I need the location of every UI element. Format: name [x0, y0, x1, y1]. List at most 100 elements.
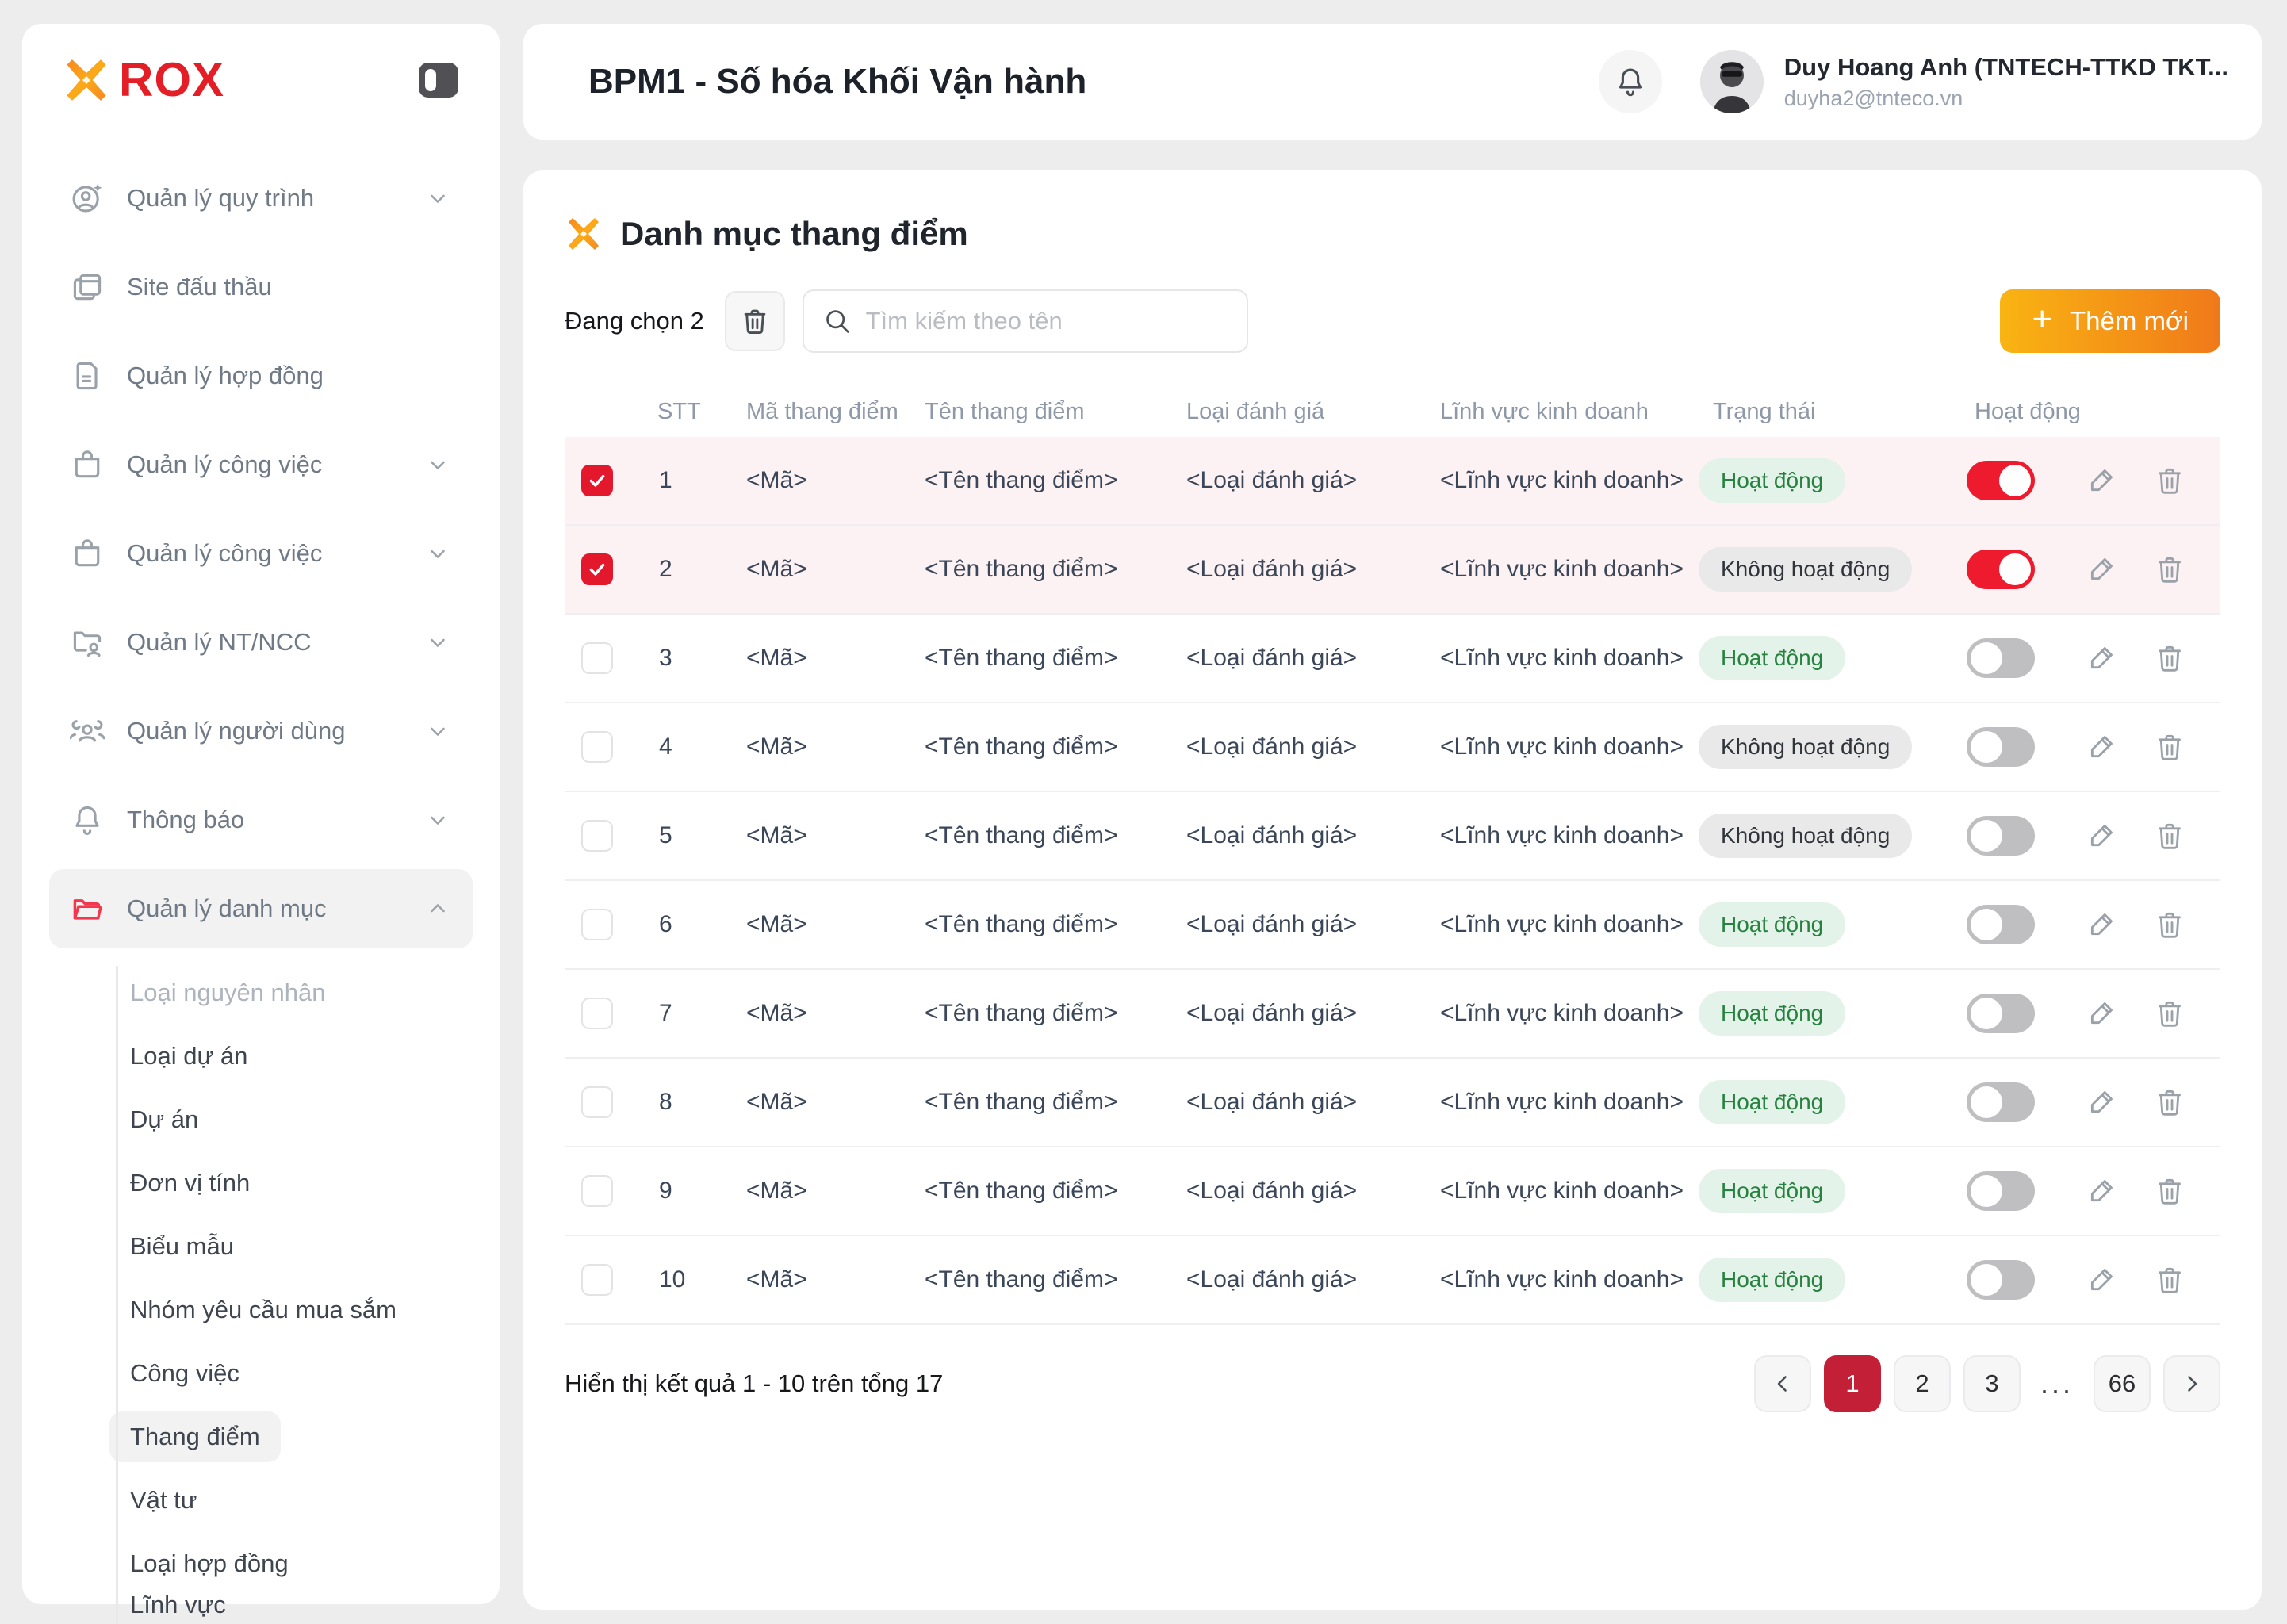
rox-logo-icon	[62, 56, 111, 105]
row-checkbox[interactable]	[581, 731, 613, 763]
active-toggle[interactable]	[1967, 816, 2035, 856]
active-toggle[interactable]	[1967, 1082, 2035, 1122]
sidebar-item-quan-ly-danh-muc[interactable]: Quản lý danh mục	[49, 869, 473, 948]
submenu-item-vat-tu[interactable]: Vật tư	[130, 1469, 473, 1532]
table-row: 6 <Mã> <Tên thang điểm> <Loại đánh giá> …	[565, 881, 2220, 970]
page-button-2[interactable]: 2	[1894, 1355, 1951, 1412]
next-page-button[interactable]	[2163, 1355, 2220, 1412]
sidebar-item-site-dau-thau[interactable]: Site đấu thầu	[49, 247, 473, 327]
edit-button[interactable]	[2086, 998, 2117, 1029]
add-new-button[interactable]: + Thêm mới	[2000, 289, 2220, 353]
edit-button[interactable]	[2086, 465, 2117, 496]
topbar-right: Duy Hoang Anh (TNTECH-TTKD TKT... duyha2…	[1599, 50, 2228, 113]
active-toggle[interactable]	[1967, 461, 2035, 500]
notification-button[interactable]	[1599, 50, 1662, 113]
chevron-down-icon	[423, 628, 452, 657]
cell-name: <Tên thang điểm>	[906, 1000, 1167, 1027]
delete-button[interactable]	[2154, 1175, 2185, 1207]
submenu-item-nhom-yeu-cau-mua-sam[interactable]: Nhóm yêu cầu mua sắm	[130, 1278, 473, 1342]
table-row: 4 <Mã> <Tên thang điểm> <Loại đánh giá> …	[565, 703, 2220, 792]
page-button-1[interactable]: 1	[1824, 1355, 1881, 1412]
user-email: duyha2@tnteco.vn	[1784, 86, 2228, 111]
page-button-3[interactable]: 3	[1963, 1355, 2021, 1412]
column-header-name: Tên thang điểm	[906, 399, 1167, 425]
delete-button[interactable]	[2154, 820, 2185, 852]
cell-code: <Mã>	[727, 822, 906, 849]
delete-button[interactable]	[2154, 553, 2185, 585]
user-info[interactable]: Duy Hoang Anh (TNTECH-TTKD TKT... duyha2…	[1784, 53, 2228, 111]
row-checkbox[interactable]	[581, 642, 613, 674]
active-toggle[interactable]	[1967, 1260, 2035, 1300]
sidebar-item-quan-ly-cong-viec-2[interactable]: Quản lý công việc	[49, 514, 473, 593]
delete-button[interactable]	[2154, 1086, 2185, 1118]
sidebar-item-quan-ly-cong-viec-1[interactable]: Quản lý công việc	[49, 425, 473, 504]
table-row: 10 <Mã> <Tên thang điểm> <Loại đánh giá>…	[565, 1236, 2220, 1325]
active-toggle[interactable]	[1967, 550, 2035, 589]
submenu-item-don-vi-tinh[interactable]: Đơn vị tính	[130, 1151, 473, 1215]
submenu-item-bieu-mau[interactable]: Biểu mẫu	[130, 1215, 473, 1278]
delete-button[interactable]	[2154, 731, 2185, 763]
row-checkbox[interactable]	[581, 909, 613, 940]
row-checkbox[interactable]	[581, 1264, 613, 1296]
active-toggle[interactable]	[1967, 1171, 2035, 1211]
sidebar-collapse-icon[interactable]	[417, 61, 460, 99]
row-checkbox[interactable]	[581, 1086, 613, 1118]
active-toggle[interactable]	[1967, 727, 2035, 767]
submenu-item-loai-du-an[interactable]: Loại dự án	[130, 1025, 473, 1088]
row-checkbox[interactable]	[581, 820, 613, 852]
sidebar-item-thong-bao[interactable]: Thông báo	[49, 780, 473, 860]
delete-button[interactable]	[2154, 465, 2185, 496]
submenu-item-du-an[interactable]: Dự án	[130, 1088, 473, 1151]
edit-button[interactable]	[2086, 1264, 2117, 1296]
column-header-stt: STT	[640, 399, 727, 425]
edit-button[interactable]	[2086, 553, 2117, 585]
edit-button[interactable]	[2086, 820, 2117, 852]
delete-button[interactable]	[2154, 1264, 2185, 1296]
submenu-item-thang-diem[interactable]: Thang điểm	[130, 1405, 473, 1469]
page-button-last[interactable]: 66	[2094, 1355, 2151, 1412]
table-row: 3 <Mã> <Tên thang điểm> <Loại đánh giá> …	[565, 615, 2220, 703]
active-toggle[interactable]	[1967, 638, 2035, 678]
submenu-item-loai-hop-dong[interactable]: Loại hợp đồng	[130, 1532, 473, 1595]
cell-stt: 8	[640, 1089, 727, 1116]
submenu-item-label: Thang điểm	[109, 1411, 281, 1462]
folder-user-icon	[70, 625, 105, 660]
active-toggle[interactable]	[1967, 905, 2035, 944]
prev-page-button[interactable]	[1754, 1355, 1811, 1412]
edit-button[interactable]	[2086, 909, 2117, 940]
chevron-down-icon	[423, 806, 452, 834]
row-checkbox[interactable]	[581, 465, 613, 496]
delete-button[interactable]	[2154, 642, 2185, 674]
user-avatar[interactable]	[1700, 50, 1764, 113]
delete-button[interactable]	[2154, 909, 2185, 940]
edit-button[interactable]	[2086, 731, 2117, 763]
row-checkbox[interactable]	[581, 998, 613, 1029]
submenu-item-linh-vuc[interactable]: Lĩnh vực	[130, 1591, 226, 1619]
page-heading: Danh mục thang điểm	[565, 215, 2220, 253]
chevron-down-icon	[423, 717, 452, 745]
cell-code: <Mã>	[727, 556, 906, 583]
edit-button[interactable]	[2086, 642, 2117, 674]
sidebar-item-quan-ly-nguoi-dung[interactable]: Quản lý người dùng	[49, 691, 473, 771]
sidebar-item-quan-ly-nt-ncc[interactable]: Quản lý NT/NCC	[49, 603, 473, 682]
active-toggle[interactable]	[1967, 994, 2035, 1033]
submenu-item-loai-nguyen-nhan[interactable]: Loại nguyên nhân	[130, 961, 473, 1025]
search-input[interactable]	[866, 307, 1228, 335]
sidebar-item-quan-ly-hop-dong[interactable]: Quản lý hợp đồng	[49, 336, 473, 416]
bulk-delete-button[interactable]	[725, 291, 785, 351]
delete-button[interactable]	[2154, 998, 2185, 1029]
cell-code: <Mã>	[727, 733, 906, 760]
user-name: Duy Hoang Anh (TNTECH-TTKD TKT...	[1784, 53, 2228, 82]
cell-code: <Mã>	[727, 1266, 906, 1293]
row-checkbox[interactable]	[581, 1175, 613, 1207]
row-checkbox[interactable]	[581, 553, 613, 585]
edit-button[interactable]	[2086, 1086, 2117, 1118]
edit-button[interactable]	[2086, 1175, 2117, 1207]
sidebar-item-quan-ly-quy-trinh[interactable]: Quản lý quy trình	[49, 159, 473, 238]
status-badge: Không hoạt động	[1699, 814, 1912, 858]
submenu-item-cong-viec[interactable]: Công việc	[130, 1342, 473, 1405]
column-header-type: Loại đánh giá	[1167, 399, 1421, 425]
cell-stt: 3	[640, 645, 727, 672]
toggle-knob	[1999, 553, 2031, 585]
cell-type: <Loại đánh giá>	[1167, 822, 1421, 849]
